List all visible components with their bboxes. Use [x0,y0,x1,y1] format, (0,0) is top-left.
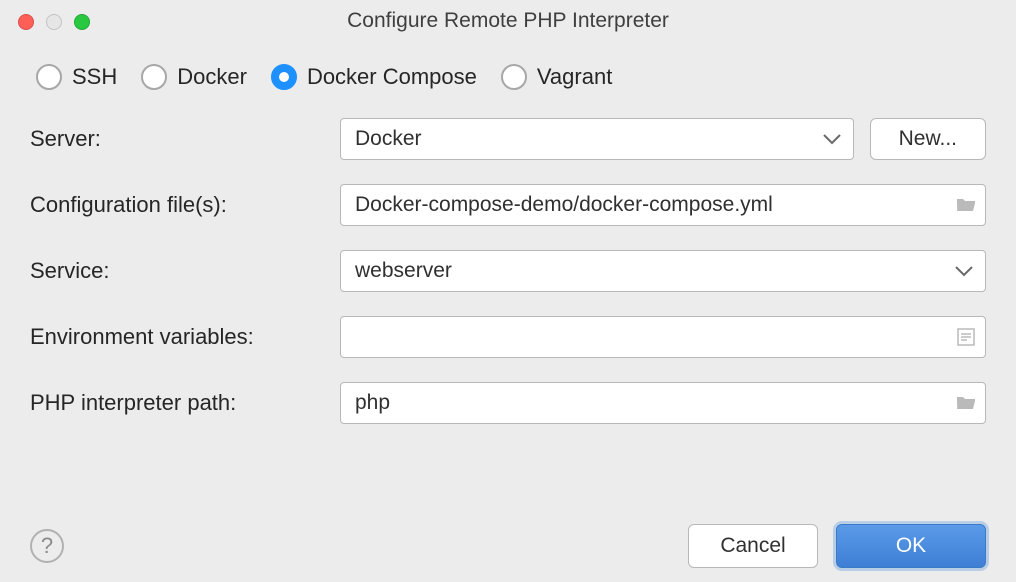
php-path-field[interactable] [340,382,986,424]
chevron-down-icon [823,133,841,145]
radio-circle-selected-icon [271,64,297,90]
env-vars-row: Environment variables: [30,316,986,358]
env-vars-field[interactable] [340,316,986,358]
connection-type-radio-group: SSH Docker Docker Compose Vagrant [36,64,986,90]
radio-label: SSH [72,64,117,90]
server-row: Server: Docker New... [30,118,986,160]
env-vars-input[interactable] [355,317,941,357]
service-row: Service: webserver [30,250,986,292]
window-minimize-button[interactable] [46,14,62,30]
radio-dot-icon [279,72,289,82]
config-files-input[interactable] [355,185,941,225]
titlebar: Configure Remote PHP Interpreter [0,0,1016,42]
cancel-button[interactable]: Cancel [688,524,818,568]
radio-option-ssh[interactable]: SSH [36,64,117,90]
service-label: Service: [30,258,340,284]
radio-circle-icon [141,64,167,90]
php-path-row: PHP interpreter path: [30,382,986,424]
folder-open-icon[interactable] [955,392,977,414]
radio-label: Docker Compose [307,64,477,90]
folder-open-icon[interactable] [955,194,977,216]
dialog-window: Configure Remote PHP Interpreter SSH Doc… [0,0,1016,582]
server-label: Server: [30,126,340,152]
radio-label: Docker [177,64,247,90]
dialog-content: SSH Docker Docker Compose Vagrant Server… [0,42,1016,582]
php-path-input[interactable] [355,383,941,423]
dialog-footer: ? Cancel OK [30,508,986,568]
help-button[interactable]: ? [30,529,64,563]
window-close-button[interactable] [18,14,34,30]
window-maximize-button[interactable] [74,14,90,30]
radio-circle-icon [36,64,62,90]
new-server-button[interactable]: New... [870,118,986,160]
env-vars-label: Environment variables: [30,324,340,350]
traffic-lights [18,14,90,30]
radio-option-docker[interactable]: Docker [141,64,247,90]
chevron-down-icon [955,265,973,277]
server-select-value: Docker [355,127,422,151]
service-select-value: webserver [355,259,452,283]
php-path-label: PHP interpreter path: [30,390,340,416]
ok-button[interactable]: OK [836,524,986,568]
server-select[interactable]: Docker [340,118,854,160]
radio-label: Vagrant [537,64,612,90]
window-title: Configure Remote PHP Interpreter [14,9,1002,33]
service-select[interactable]: webserver [340,250,986,292]
question-mark-icon: ? [41,533,53,559]
list-edit-icon[interactable] [955,326,977,348]
config-files-field[interactable] [340,184,986,226]
radio-option-docker-compose[interactable]: Docker Compose [271,64,477,90]
radio-circle-icon [501,64,527,90]
config-files-label: Configuration file(s): [30,192,340,218]
radio-option-vagrant[interactable]: Vagrant [501,64,612,90]
config-files-row: Configuration file(s): [30,184,986,226]
